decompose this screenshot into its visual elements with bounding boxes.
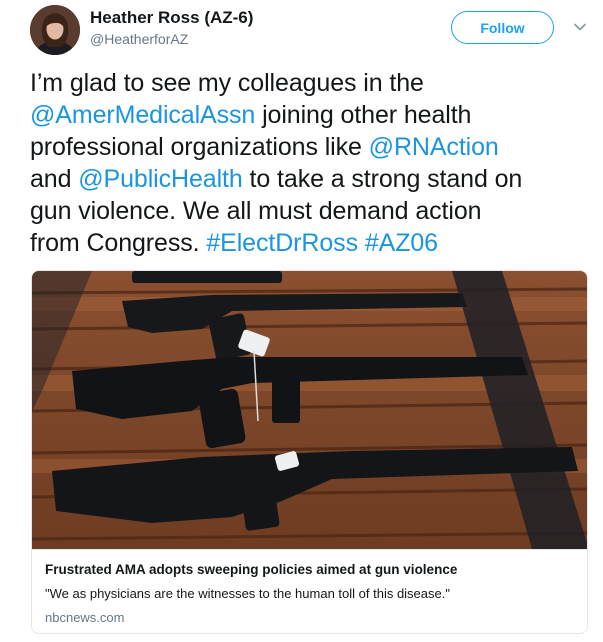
card-domain: nbcnews.com (45, 610, 125, 625)
tweet-text: I’m glad to see my colleagues in the @Ame… (30, 67, 590, 259)
tweet-line: @AmerMedicalAssn joining other health (30, 99, 590, 131)
hashtag-link[interactable]: #AZ06 (365, 229, 438, 257)
chevron-down-icon[interactable] (573, 20, 587, 34)
hashtag-link[interactable]: #ElectDrRoss (206, 229, 358, 257)
author-display-name[interactable]: Heather Ross (AZ-6) (90, 8, 253, 28)
tweet-text-segment: from Congress. (30, 229, 207, 257)
tweet-text-segment (358, 229, 365, 257)
tweet-text-segment: joining other health (255, 101, 472, 129)
tweet-line: professional organizations like @RNActio… (30, 131, 590, 163)
tweet-text-segment: gun violence. We all must demand action (30, 197, 482, 225)
card-description: "We as physicians are the witnesses to t… (45, 586, 450, 601)
tweet-text-segment: professional organizations like (30, 133, 369, 161)
article-photo-rifles-icon (32, 271, 587, 549)
mention-link[interactable]: @AmerMedicalAssn (30, 101, 255, 129)
author-handle[interactable]: @HeatherforAZ (90, 31, 188, 47)
tweet-line: I’m glad to see my colleagues in the (30, 67, 590, 99)
profile-photo-icon (30, 5, 80, 55)
card-title[interactable]: Frustrated AMA adopts sweeping policies … (45, 562, 457, 577)
tweet-text-segment: to take a strong stand on (242, 165, 523, 193)
tweet-line: gun violence. We all must demand action (30, 195, 590, 227)
mention-link[interactable]: @RNAction (369, 133, 499, 161)
mention-link[interactable]: @PublicHealth (78, 165, 243, 193)
tweet-text-segment: I’m glad to see my colleagues in the (30, 69, 424, 97)
card-body[interactable]: Frustrated AMA adopts sweeping policies … (32, 549, 587, 633)
follow-button[interactable]: Follow (451, 11, 554, 44)
avatar[interactable] (30, 5, 80, 55)
tweet-text-segment: and (30, 165, 79, 193)
tweet-line: and @PublicHealth to take a strong stand… (30, 163, 590, 195)
link-preview-card[interactable]: Frustrated AMA adopts sweeping policies … (31, 270, 588, 634)
tweet-line: from Congress. #ElectDrRoss #AZ06 (30, 227, 590, 259)
